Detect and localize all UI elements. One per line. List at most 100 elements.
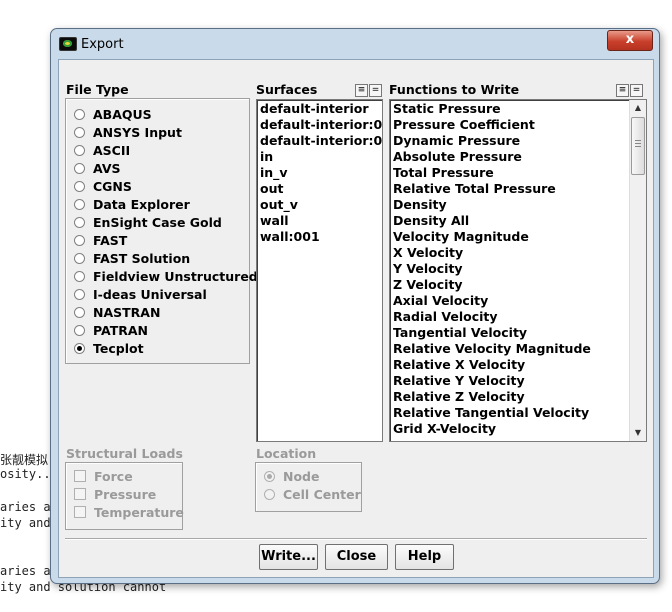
checkbox[interactable] <box>74 488 86 500</box>
checkbox[interactable] <box>74 470 86 482</box>
function-item[interactable]: Static Pressure <box>390 101 646 117</box>
radio-button[interactable] <box>74 126 85 138</box>
file-type-option-label: I-deas Universal <box>93 286 207 302</box>
function-item[interactable]: Y Velocity <box>390 261 646 277</box>
function-item[interactable]: Tangential Velocity <box>390 325 646 341</box>
function-item[interactable]: Velocity Magnitude <box>390 229 646 245</box>
surface-item[interactable]: wall <box>257 213 382 229</box>
radio-button[interactable] <box>264 488 275 500</box>
radio-button[interactable] <box>74 252 85 264</box>
file-type-option-label: Tecplot <box>93 340 144 356</box>
surfaces-deselect-all-button[interactable]: = <box>369 84 382 97</box>
function-item[interactable]: Relative X Velocity <box>390 357 646 373</box>
function-item[interactable]: Radial Velocity <box>390 309 646 325</box>
surface-item[interactable]: default-interior <box>257 101 382 117</box>
structural-load-option[interactable]: Temperature <box>74 503 184 521</box>
file-type-option[interactable]: Data Explorer <box>74 195 190 213</box>
file-type-option[interactable]: ASCII <box>74 141 130 159</box>
surface-item[interactable]: out_v <box>257 197 382 213</box>
functions-deselect-all-button[interactable]: = <box>630 84 643 97</box>
surface-item[interactable]: in_v <box>257 165 382 181</box>
radio-button[interactable] <box>74 198 85 210</box>
function-item[interactable]: Absolute Pressure <box>390 149 646 165</box>
location-label: Location <box>256 446 317 461</box>
function-item[interactable]: X Velocity <box>390 245 646 261</box>
dialog-body: File Type ABAQUS ANSYS Input ASCII AVS CGNS D… <box>58 59 654 578</box>
function-item[interactable]: Density All <box>390 213 646 229</box>
file-type-option[interactable]: ABAQUS <box>74 105 152 123</box>
functions-listbox[interactable]: Static Pressure Pressure Coefficient Dynam… <box>389 99 647 442</box>
file-type-option-label: Data Explorer <box>93 196 190 212</box>
function-item[interactable]: Density <box>390 197 646 213</box>
write-button[interactable]: Write... <box>259 544 318 570</box>
structural-load-option[interactable]: Force <box>74 467 133 485</box>
radio-button[interactable] <box>74 144 85 156</box>
function-item[interactable]: Relative Y Velocity <box>390 373 646 389</box>
fluent-app-icon <box>59 37 77 51</box>
function-item[interactable]: Grid X-Velocity <box>390 421 646 437</box>
radio-button[interactable] <box>74 162 85 174</box>
function-item[interactable]: Axial Velocity <box>390 293 646 309</box>
checkbox[interactable] <box>74 506 86 518</box>
radio-button[interactable] <box>74 288 85 300</box>
close-window-button[interactable]: x <box>607 30 653 51</box>
file-type-option[interactable]: FAST Solution <box>74 249 190 267</box>
surfaces-listbox[interactable]: default-interiordefault-interior:009defa… <box>256 99 383 442</box>
file-type-option[interactable]: CGNS <box>74 177 132 195</box>
file-type-option-label: FAST <box>93 232 128 248</box>
function-item[interactable]: Relative Velocity Magnitude <box>390 341 646 357</box>
function-item[interactable]: Pressure Coefficient <box>390 117 646 133</box>
file-type-option[interactable]: Fieldview Unstructured <box>74 267 258 285</box>
radio-button[interactable] <box>74 342 85 354</box>
title-bar[interactable]: Export x <box>51 29 659 59</box>
function-item[interactable]: Relative Total Pressure <box>390 181 646 197</box>
function-item[interactable]: Relative Z Velocity <box>390 389 646 405</box>
radio-button[interactable] <box>264 470 275 482</box>
surface-item[interactable]: in <box>257 149 382 165</box>
function-item[interactable]: Dynamic Pressure <box>390 133 646 149</box>
location-group: Node Cell Center <box>255 462 362 512</box>
file-type-option[interactable]: PATRAN <box>74 321 148 339</box>
surface-item[interactable]: wall:001 <box>257 229 382 245</box>
file-type-option[interactable]: I-deas Universal <box>74 285 207 303</box>
location-option[interactable]: Node <box>264 467 319 485</box>
file-type-group: ABAQUS ANSYS Input ASCII AVS CGNS Data Explor… <box>65 98 258 364</box>
scroll-up-icon[interactable]: ▲ <box>630 100 646 116</box>
surface-item[interactable]: default-interior:009 <box>257 117 382 133</box>
surfaces-select-all-button[interactable]: ≡ <box>355 84 368 97</box>
structural-load-label: Pressure <box>94 486 157 502</box>
console-line: aries a <box>0 564 51 578</box>
radio-button[interactable] <box>74 180 85 192</box>
surface-item[interactable]: default-interior:011 <box>257 133 382 149</box>
file-type-option-label: AVS <box>93 160 121 176</box>
function-item[interactable]: Total Pressure <box>390 165 646 181</box>
file-type-option[interactable]: EnSight Case Gold <box>74 213 222 231</box>
radio-button[interactable] <box>74 306 85 318</box>
radio-button[interactable] <box>74 216 85 228</box>
close-button[interactable]: Close <box>325 544 388 570</box>
file-type-option[interactable]: FAST <box>74 231 127 249</box>
structural-load-option[interactable]: Pressure <box>74 485 156 503</box>
function-item[interactable]: Z Velocity <box>390 277 646 293</box>
location-option[interactable]: Cell Center <box>264 485 361 503</box>
file-type-option[interactable]: Tecplot <box>74 339 144 357</box>
functions-scrollbar[interactable]: ▲ ▼ <box>629 100 646 441</box>
surface-item[interactable]: out <box>257 181 382 197</box>
file-type-option[interactable]: ANSYS Input <box>74 123 182 141</box>
window-title: Export <box>81 37 124 52</box>
console-line: ity and <box>0 516 51 530</box>
divider <box>65 538 647 540</box>
scroll-thumb[interactable] <box>631 117 645 175</box>
radio-button[interactable] <box>74 108 85 120</box>
structural-loads-group: Force Pressure Temperature <box>65 462 184 530</box>
help-button[interactable]: Help <box>395 544 454 570</box>
radio-button[interactable] <box>74 270 85 282</box>
structural-load-label: Temperature <box>94 504 184 520</box>
functions-select-all-button[interactable]: ≡ <box>616 84 629 97</box>
radio-button[interactable] <box>74 234 85 246</box>
file-type-option[interactable]: AVS <box>74 159 121 177</box>
scroll-down-icon[interactable]: ▼ <box>630 425 646 441</box>
function-item[interactable]: Relative Tangential Velocity <box>390 405 646 421</box>
radio-button[interactable] <box>74 324 85 336</box>
file-type-option[interactable]: NASTRAN <box>74 303 160 321</box>
